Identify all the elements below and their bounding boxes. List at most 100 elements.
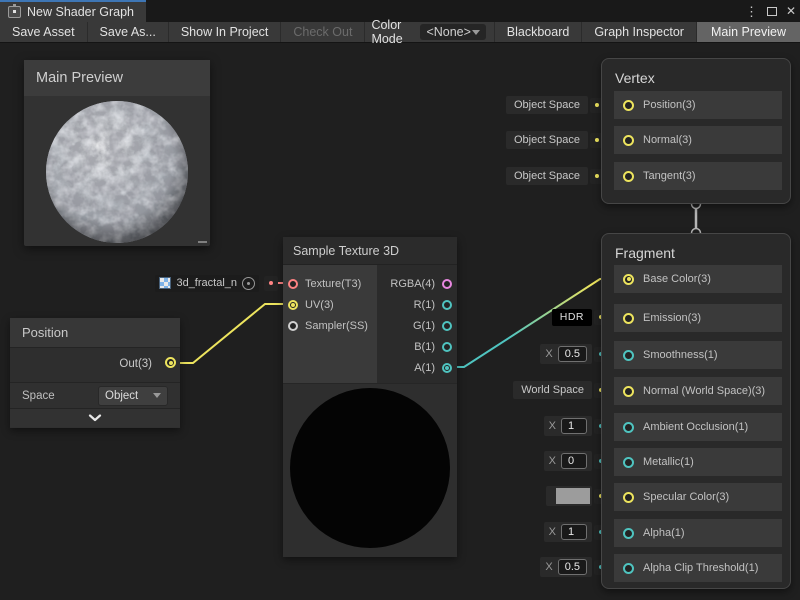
tangent-port[interactable] <box>623 171 634 182</box>
output-row-a: A(1) <box>377 357 457 378</box>
texture-object-field[interactable]: 3d_fractal_n <box>155 275 259 292</box>
position-output-row: Out(3) <box>10 348 180 383</box>
output-row-b: B(1) <box>377 336 457 357</box>
vertex-node-title: Vertex <box>615 70 655 86</box>
x-float-field[interactable]: X 1 <box>544 522 592 542</box>
input-label: UV(3) <box>305 299 334 311</box>
float-value[interactable]: 0.5 <box>558 559 587 575</box>
smoothness-port[interactable] <box>623 350 634 361</box>
output-label: R(1) <box>414 299 435 311</box>
fragment-row-label: Metallic(1) <box>643 456 694 468</box>
float-value[interactable]: 1 <box>561 524 587 540</box>
shader-toolbar: Save Asset Save As... Show In Project Ch… <box>0 22 800 43</box>
hdr-color-field[interactable]: HDR <box>552 309 592 326</box>
position-node-title: Position <box>10 318 180 348</box>
main-preview-header[interactable]: Main Preview <box>24 60 210 96</box>
object-space-binding[interactable]: Object Space <box>506 96 588 114</box>
texture-input-port[interactable] <box>288 279 298 289</box>
alpha-clip-port[interactable] <box>623 563 634 574</box>
input-label: Texture(T3) <box>305 278 361 290</box>
texture-asset-icon <box>159 277 171 289</box>
vertex-row-normal: Normal(3) <box>614 126 782 154</box>
specular-color-port[interactable] <box>623 492 634 503</box>
fragment-node[interactable]: Fragment Base Color(3) Emission(3) Smoot… <box>601 233 791 589</box>
normal-port[interactable] <box>623 135 634 146</box>
sample-node-title: Sample Texture 3D <box>283 237 457 265</box>
object-picker-icon[interactable] <box>242 277 255 290</box>
base-color-port[interactable] <box>623 274 634 285</box>
float-value[interactable]: 0 <box>561 453 587 469</box>
resize-handle[interactable] <box>198 241 207 243</box>
input-row-uv: UV(3) <box>283 294 377 315</box>
preview-sphere-render <box>24 96 210 246</box>
vertex-row-tangent: Tangent(3) <box>614 162 782 190</box>
world-space-binding[interactable]: World Space <box>513 381 592 399</box>
alpha-port[interactable] <box>623 528 634 539</box>
sampler-input-port[interactable] <box>288 321 298 331</box>
emission-port[interactable] <box>623 313 634 324</box>
position-node[interactable]: Position Out(3) Space Object <box>10 318 180 428</box>
x-float-field[interactable]: X 1 <box>544 416 592 436</box>
float-value[interactable]: 1 <box>561 418 587 434</box>
save-as-button[interactable]: Save As... <box>88 22 169 42</box>
output-row-g: G(1) <box>377 315 457 336</box>
output-label: B(1) <box>414 341 435 353</box>
out-port[interactable] <box>165 357 176 368</box>
maximize-icon[interactable] <box>767 7 777 16</box>
chevron-down-icon <box>153 393 161 398</box>
fragment-row-label: Base Color(3) <box>643 273 711 285</box>
edge-position-out-to-uv[interactable] <box>170 304 289 363</box>
fragment-row-ambient-occlusion: Ambient Occlusion(1) <box>614 413 782 441</box>
graph-inspector-toggle[interactable]: Graph Inspector <box>582 22 697 42</box>
x-float-field[interactable]: X 0 <box>544 451 592 471</box>
close-icon[interactable]: ✕ <box>786 5 796 17</box>
uv-input-port[interactable] <box>288 300 298 310</box>
x-label: X <box>545 348 552 360</box>
output-label: RGBA(4) <box>390 278 435 290</box>
input-label: Sampler(SS) <box>305 320 368 332</box>
fragment-row-smoothness: Smoothness(1) <box>614 341 782 369</box>
main-preview-panel[interactable]: Main Preview <box>24 60 210 246</box>
fragment-row-label: Ambient Occlusion(1) <box>643 421 748 433</box>
object-space-binding[interactable]: Object Space <box>506 167 588 185</box>
show-in-project-button[interactable]: Show In Project <box>169 22 282 42</box>
collapse-toggle[interactable] <box>10 409 180 427</box>
fragment-row-label: Specular Color(3) <box>643 491 729 503</box>
space-dropdown[interactable]: Object <box>98 386 168 406</box>
a-output-port[interactable] <box>442 363 452 373</box>
save-asset-button[interactable]: Save Asset <box>0 22 88 42</box>
window-controls: ⋮ ✕ <box>745 0 796 22</box>
position-space-row: Space Object <box>10 383 180 409</box>
color-swatch-field[interactable] <box>546 486 592 506</box>
blackboard-toggle[interactable]: Blackboard <box>494 22 583 42</box>
fragment-row-label: Alpha Clip Threshold(1) <box>643 562 758 574</box>
rgba-output-port[interactable] <box>442 279 452 289</box>
normal-ws-port[interactable] <box>623 386 634 397</box>
metallic-port[interactable] <box>623 457 634 468</box>
object-space-binding[interactable]: Object Space <box>506 131 588 149</box>
position-port[interactable] <box>623 100 634 111</box>
fragment-row-label: Smoothness(1) <box>643 349 718 361</box>
kebab-menu-icon[interactable]: ⋮ <box>745 5 758 18</box>
vertex-node[interactable]: Vertex Position(3) Normal(3) Tangent(3) <box>601 58 791 204</box>
tab-new-shader-graph[interactable]: New Shader Graph <box>0 0 146 22</box>
float-value[interactable]: 0.5 <box>558 346 587 362</box>
output-row-r: R(1) <box>377 294 457 315</box>
fragment-row-specular-color: Specular Color(3) <box>614 483 782 511</box>
x-float-field[interactable]: X 0.5 <box>540 344 592 364</box>
connector-dot <box>264 276 278 291</box>
r-output-port[interactable] <box>442 300 452 310</box>
g-output-port[interactable] <box>442 321 452 331</box>
x-float-field[interactable]: X 0.5 <box>540 557 592 577</box>
x-label: X <box>549 420 556 432</box>
main-preview-toggle[interactable]: Main Preview <box>697 22 800 42</box>
color-mode-dropdown[interactable]: <None> <box>420 24 485 40</box>
sample-texture-3d-node[interactable]: Sample Texture 3D Texture(T3) UV(3) Samp… <box>283 237 457 557</box>
fragment-row-label: Alpha(1) <box>643 527 685 539</box>
fragment-row-normal-ws: Normal (World Space)(3) <box>614 377 782 405</box>
fragment-row-base-color: Base Color(3) <box>614 265 782 293</box>
ambient-occlusion-port[interactable] <box>623 422 634 433</box>
b-output-port[interactable] <box>442 342 452 352</box>
space-value: Object <box>105 390 138 402</box>
main-preview-body <box>24 96 210 246</box>
